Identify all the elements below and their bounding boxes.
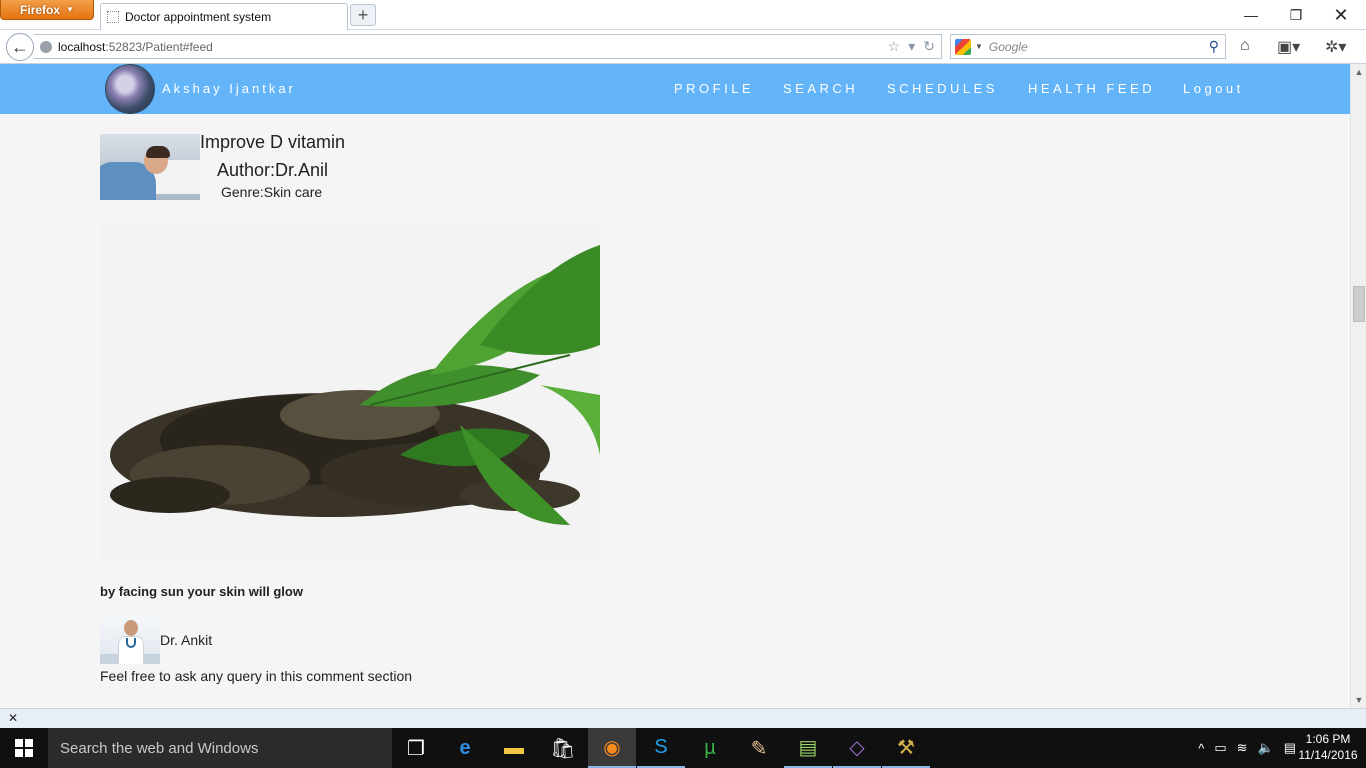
user-name: Akshay Ijantkar — [162, 81, 296, 96]
volume-icon[interactable]: 🔈 — [1258, 740, 1274, 756]
nav-logout[interactable]: Logout — [1183, 81, 1244, 96]
page-viewport: Akshay Ijantkar PROFILE SEARCH SCHEDULES… — [0, 64, 1350, 708]
engine-dropdown-icon[interactable]: ▼ — [975, 42, 983, 51]
file-explorer-icon[interactable]: ▬ — [490, 728, 538, 768]
close-addon-bar-icon[interactable]: ✕ — [8, 711, 18, 725]
browser-navbar: ← localhost:52823/Patient#feed ☆ ▾ ↻ ▼ G… — [0, 30, 1366, 64]
nav-search[interactable]: SEARCH — [783, 81, 858, 96]
scroll-thumb[interactable] — [1353, 286, 1365, 322]
firefox-taskbar-icon[interactable]: ◉ — [588, 728, 636, 768]
post-title: Improve D vitamin — [200, 132, 346, 152]
tab-title: Doctor appointment system — [125, 10, 272, 24]
visual-studio-icon[interactable]: ◇ — [833, 728, 881, 768]
nav-schedules[interactable]: SCHEDULES — [887, 81, 998, 96]
comment-note: Feel free to ask any query in this comme… — [100, 668, 413, 684]
google-icon — [955, 38, 971, 55]
post-image — [100, 225, 600, 560]
tools-app-icon[interactable]: ⚒ — [882, 728, 930, 768]
avatar[interactable] — [105, 64, 155, 114]
search-engine-field[interactable]: ▼ Google ⚲ — [950, 34, 1226, 59]
notepad-icon[interactable]: ▤ — [784, 728, 832, 768]
scroll-up-icon[interactable]: ▲ — [1351, 64, 1366, 80]
addon-bar: ✕ — [0, 708, 1366, 728]
site-header: Akshay Ijantkar PROFILE SEARCH SCHEDULES… — [0, 64, 1350, 114]
wifi-icon[interactable]: ≋ — [1237, 740, 1248, 756]
new-tab-button[interactable]: + — [350, 4, 376, 26]
windows-logo-icon — [15, 739, 33, 757]
page-scrollbar[interactable]: ▲ ▼ — [1350, 64, 1366, 708]
notifications-icon[interactable]: ▤ — [1284, 740, 1296, 756]
clock-time: 1:06 PM — [1305, 732, 1351, 746]
browser-titlebar: Firefox ▼ Doctor appointment system + — … — [0, 0, 1366, 30]
scroll-down-icon[interactable]: ▼ — [1351, 692, 1366, 708]
post-caption: by facing sun your skin will glow — [100, 584, 303, 599]
globe-icon — [40, 40, 52, 53]
doctor-avatar — [100, 614, 160, 664]
back-arrow-icon[interactable]: ← — [6, 33, 34, 61]
home-icon[interactable]: ⌂ — [1240, 37, 1250, 55]
doctor-name: Dr. Ankit — [160, 632, 213, 648]
browser-tab[interactable]: Doctor appointment system — [100, 3, 348, 30]
start-button[interactable] — [0, 728, 48, 768]
reload-icon[interactable]: ↻ — [923, 38, 935, 55]
nav-profile[interactable]: PROFILE — [674, 81, 754, 96]
tools-icon[interactable]: ✲▾ — [1325, 37, 1346, 57]
taskbar-search-input[interactable]: Search the web and Windows — [48, 728, 392, 768]
post-thumbnail — [100, 134, 200, 200]
history-dropdown-icon[interactable]: ▾ — [908, 38, 915, 55]
post-genre: Genre:Skin care — [221, 184, 323, 200]
search-icon[interactable]: ⚲ — [1209, 38, 1219, 55]
search-placeholder: Google — [988, 39, 1028, 54]
close-icon[interactable]: ✕ — [1318, 4, 1364, 26]
nav-health-feed[interactable]: HEALTH FEED — [1028, 81, 1155, 96]
task-view-icon[interactable]: ❐ — [392, 728, 440, 768]
clock-date: 11/14/2016 — [1298, 748, 1358, 762]
edge-icon[interactable]: e — [441, 728, 489, 768]
skype-icon[interactable]: S — [637, 728, 685, 768]
url-path: :52823/Patient#feed — [105, 39, 213, 54]
taskbar-clock[interactable]: 1:06 PM 11/14/2016 — [1296, 731, 1360, 763]
chevron-down-icon: ▼ — [66, 5, 74, 14]
url-host: localhost — [58, 39, 106, 54]
store-icon[interactable]: 🛍 — [539, 728, 587, 768]
url-bar[interactable]: localhost:52823/Patient#feed ☆ ▾ ↻ — [34, 34, 942, 59]
restore-icon[interactable]: ❐ — [1273, 4, 1319, 26]
battery-icon[interactable]: ▭ — [1214, 740, 1226, 756]
utorrent-icon[interactable]: µ — [686, 728, 734, 768]
firefox-menu-label: Firefox — [20, 2, 61, 17]
plus-icon: + — [357, 4, 369, 25]
show-hidden-icons-icon[interactable]: ^ — [1198, 741, 1204, 756]
firefox-menu-button[interactable]: Firefox ▼ — [0, 0, 94, 20]
system-tray: ^ ▭ ≋ 🔈 ▤ — [1198, 728, 1296, 768]
page-favicon-icon — [107, 11, 119, 23]
minimize-icon[interactable]: — — [1228, 4, 1274, 26]
bookmarks-menu-icon[interactable]: ▣▾ — [1277, 37, 1300, 57]
paint-icon[interactable]: ✎ — [735, 728, 783, 768]
windows-taskbar: Search the web and Windows ❐ e ▬ 🛍 ◉ S µ… — [0, 728, 1366, 768]
post-author: Author:Dr.Anil — [217, 160, 329, 180]
bookmark-star-icon[interactable]: ☆ — [888, 38, 901, 55]
